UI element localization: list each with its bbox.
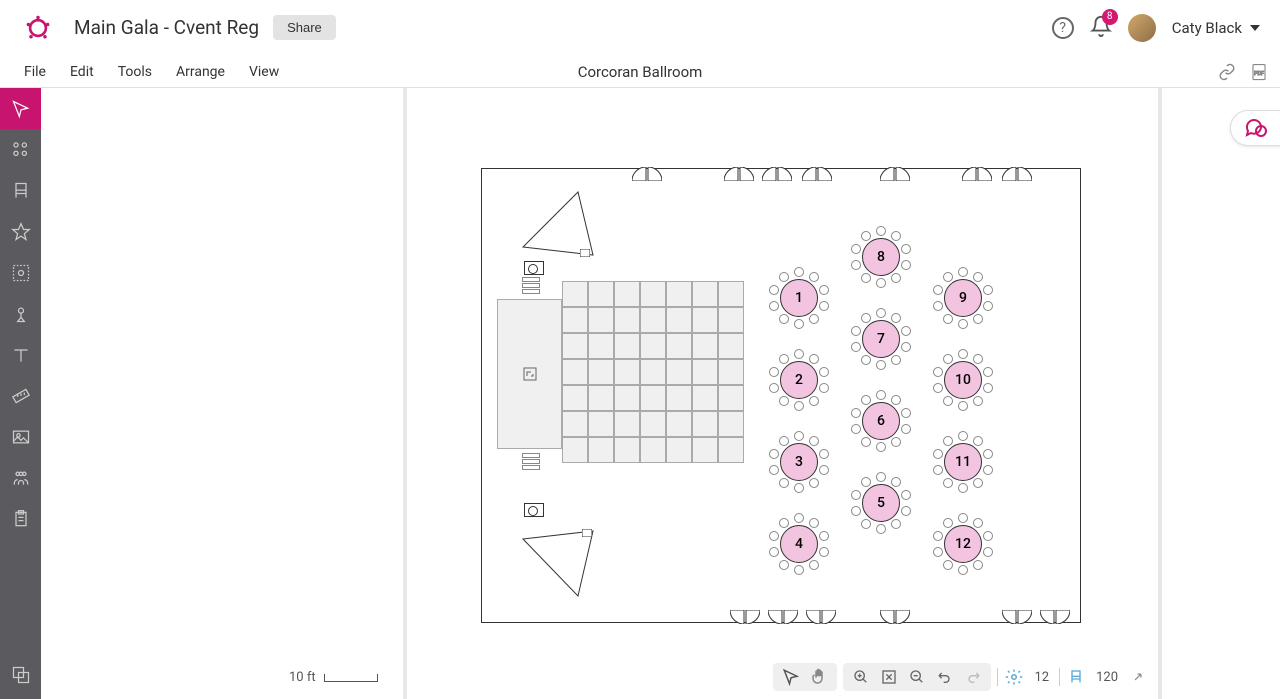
table-10[interactable]: 10: [944, 361, 982, 399]
table-4[interactable]: 4: [780, 525, 818, 563]
tool-image[interactable]: [0, 416, 41, 457]
table-count: 12: [1034, 670, 1049, 685]
table-3[interactable]: 3: [780, 443, 818, 481]
dancefloor-object[interactable]: [562, 281, 744, 463]
zoom-fit-icon[interactable]: [879, 667, 899, 687]
undo-icon[interactable]: [935, 667, 955, 687]
menu-edit[interactable]: Edit: [58, 58, 106, 86]
scale-label: 10 ft: [289, 670, 316, 685]
tool-settings-box[interactable]: [0, 252, 41, 293]
redo-icon[interactable]: [963, 667, 983, 687]
tool-cursor[interactable]: [0, 88, 41, 129]
notification-badge: 8: [1102, 9, 1118, 25]
tool-ruler[interactable]: [0, 375, 41, 416]
help-icon[interactable]: ?: [1052, 17, 1074, 39]
menu-arrange[interactable]: Arrange: [164, 58, 237, 86]
table-2[interactable]: 2: [780, 361, 818, 399]
zoom-in-icon[interactable]: [851, 667, 871, 687]
stage-object[interactable]: [497, 299, 562, 449]
avatar[interactable]: [1128, 14, 1156, 42]
speaker-object[interactable]: [524, 261, 544, 275]
svg-text:PDF: PDF: [1254, 71, 1264, 77]
chat-button[interactable]: [1230, 110, 1280, 146]
tool-people[interactable]: [0, 457, 41, 498]
table-1[interactable]: 1: [780, 279, 818, 317]
select-tool-icon[interactable]: [781, 667, 801, 687]
pdf-icon[interactable]: PDF: [1250, 63, 1268, 81]
link-icon[interactable]: [1218, 63, 1236, 81]
chevron-down-icon: [1250, 25, 1260, 31]
seat-count: 120: [1096, 670, 1118, 685]
tool-chair[interactable]: [0, 170, 41, 211]
user-name: Caty Black: [1172, 19, 1242, 37]
table-7[interactable]: 7: [862, 320, 900, 358]
table-6[interactable]: 6: [862, 402, 900, 440]
tool-pin-person[interactable]: [0, 293, 41, 334]
menu-tools[interactable]: Tools: [106, 58, 164, 86]
table-9[interactable]: 9: [944, 279, 982, 317]
speaker-object[interactable]: [524, 503, 544, 517]
tool-text[interactable]: [0, 334, 41, 375]
expand-icon[interactable]: [1128, 667, 1148, 687]
menu-view[interactable]: View: [237, 58, 291, 86]
tool-layers[interactable]: [0, 654, 41, 695]
zoom-out-icon[interactable]: [907, 667, 927, 687]
room-name: Corcoran Ballroom: [578, 63, 703, 81]
diagram-title: Main Gala - Cvent Reg: [74, 16, 259, 39]
notifications-button[interactable]: 8: [1090, 15, 1112, 41]
table-11[interactable]: 11: [944, 443, 982, 481]
menu-file[interactable]: File: [12, 58, 58, 86]
user-menu[interactable]: Caty Black: [1172, 19, 1260, 37]
table-settings-icon[interactable]: [1004, 667, 1024, 687]
table-5[interactable]: 5: [862, 484, 900, 522]
app-logo[interactable]: [24, 14, 52, 42]
floorplan[interactable]: 123487659101112: [481, 168, 1081, 623]
tool-star[interactable]: [0, 211, 41, 252]
tool-clipboard[interactable]: [0, 498, 41, 539]
table-12[interactable]: 12: [944, 525, 982, 563]
table-8[interactable]: 8: [862, 238, 900, 276]
share-button[interactable]: Share: [273, 15, 336, 40]
scale-bar: [324, 674, 378, 682]
pan-tool-icon[interactable]: [809, 667, 829, 687]
tool-shapes[interactable]: [0, 129, 41, 170]
chair-count-icon: [1066, 667, 1086, 687]
